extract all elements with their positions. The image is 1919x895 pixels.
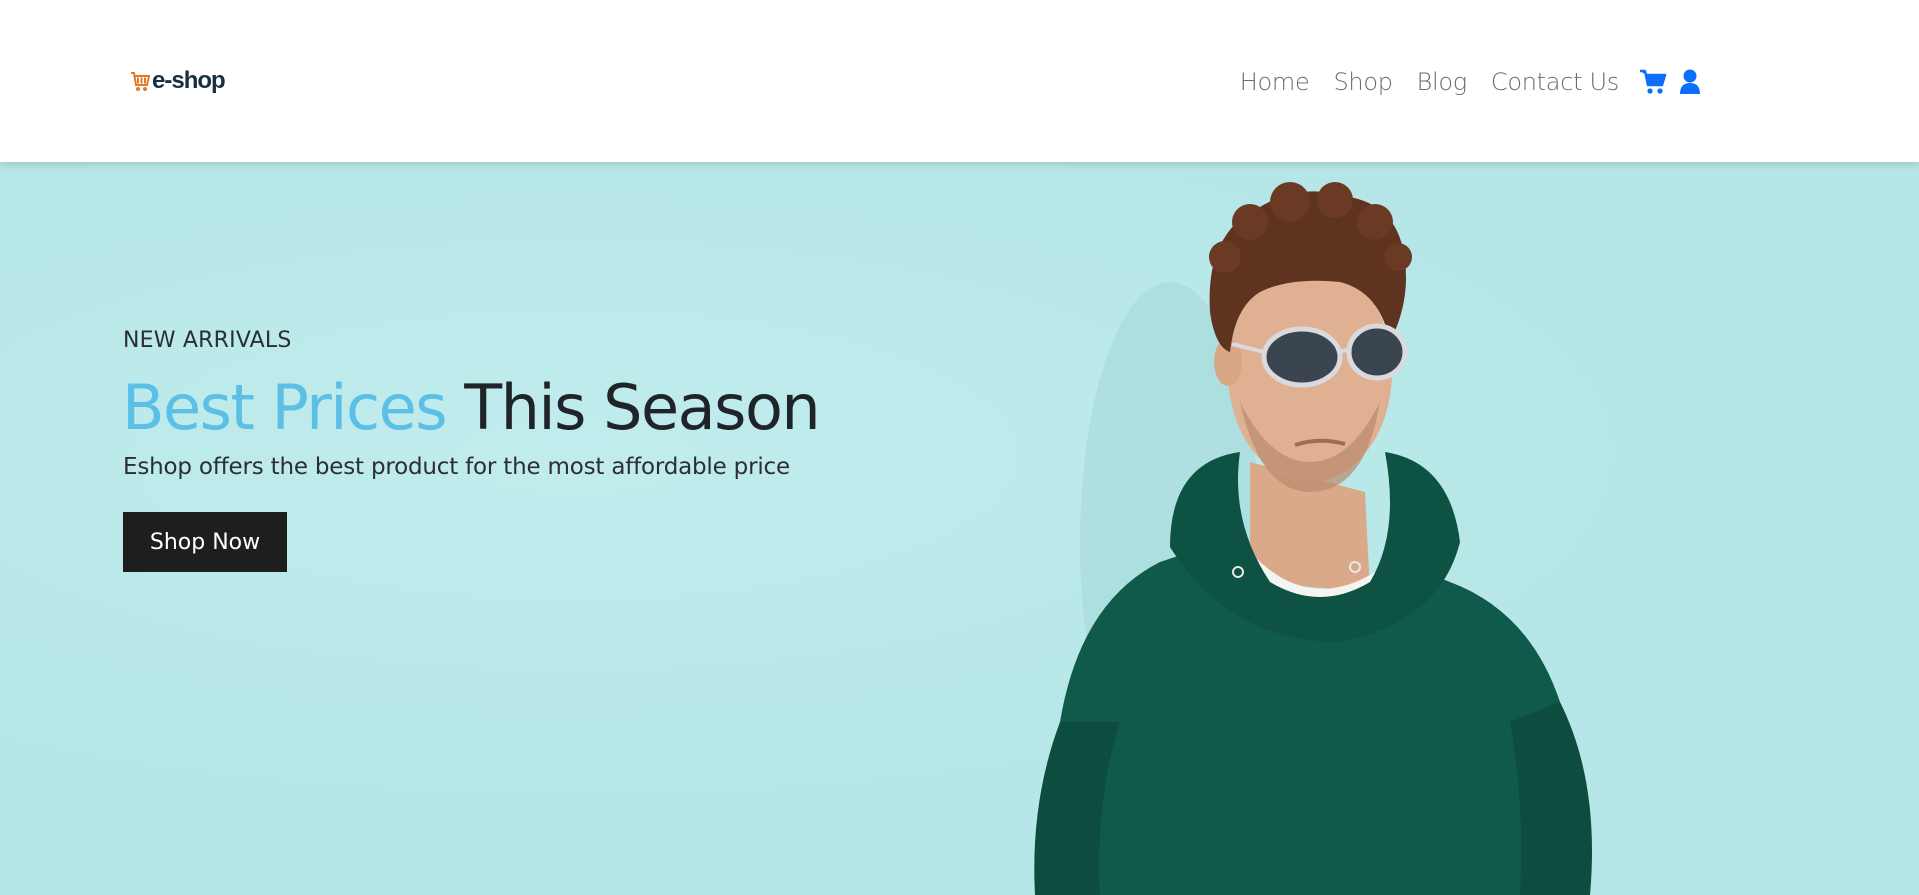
headline-rest: This Season: [446, 371, 820, 444]
cart-icon[interactable]: [1639, 69, 1667, 95]
headline-accent: Best Prices: [122, 371, 448, 444]
hero-headline: Best Prices This Season: [122, 368, 821, 448]
brand-logo[interactable]: e-shop: [130, 66, 226, 96]
user-icon[interactable]: [1679, 69, 1701, 95]
logo-text: e-shop: [152, 67, 226, 94]
hero-model-image: [1034, 182, 1592, 895]
hero-subtitle: Eshop offers the best product for the mo…: [123, 454, 790, 480]
site-header: e-shop Home Shop Blog Contact Us: [0, 0, 1919, 162]
main-nav: Home Shop Blog Contact Us: [1240, 62, 1701, 102]
nav-blog[interactable]: Blog: [1417, 68, 1468, 96]
cart-logo-icon: [131, 72, 150, 91]
nav-home[interactable]: Home: [1240, 68, 1310, 96]
hero-banner: NEW ARRIVALS Best Prices This Season Esh…: [0, 162, 1919, 895]
hero-eyebrow: NEW ARRIVALS: [123, 328, 292, 353]
nav-shop[interactable]: Shop: [1333, 68, 1392, 96]
shop-now-button[interactable]: Shop Now: [123, 512, 287, 572]
nav-contact-us[interactable]: Contact Us: [1491, 68, 1619, 96]
